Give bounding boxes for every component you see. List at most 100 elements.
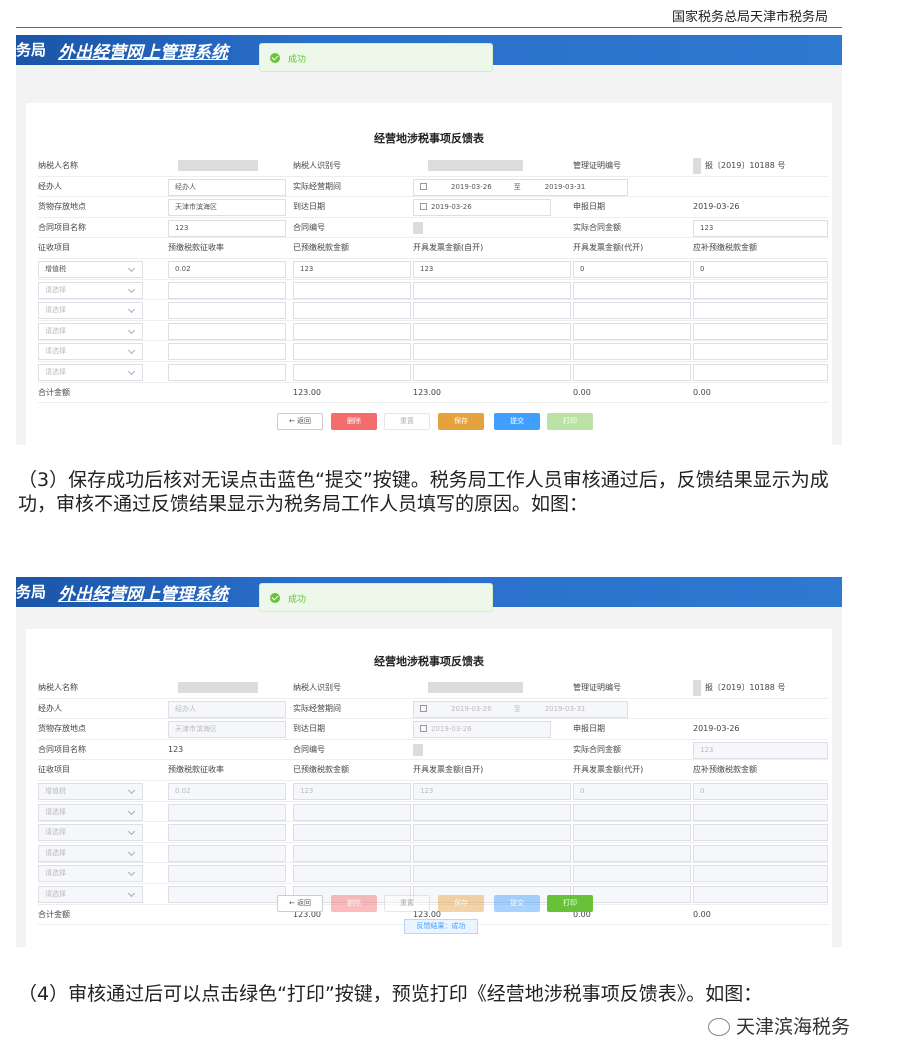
empty-input[interactable] xyxy=(573,343,691,361)
empty-input[interactable] xyxy=(693,364,828,381)
storage-input[interactable]: 天津市滨海区 xyxy=(168,199,286,217)
print-button[interactable]: 打印 xyxy=(547,895,593,912)
label-supplement: 应补预缴税款金额 xyxy=(693,243,757,253)
label-contract_no: 合同编号 xyxy=(293,744,325,754)
banner-system-name: 外出经营网上管理系统 xyxy=(58,585,228,605)
print-button[interactable]: 打印 xyxy=(547,413,593,430)
empty-input[interactable] xyxy=(293,281,411,299)
supplement-input[interactable]: 0 xyxy=(693,261,828,278)
label-contract_no: 合同编号 xyxy=(293,222,325,232)
redacted-contract-no xyxy=(413,221,423,234)
prepaid-input[interactable]: 123 xyxy=(293,261,411,278)
screenshot-1: 务局 外出经营网上管理系统 成功 经营地涉税事项反馈表 纳税人名称 纳税人识别号 管理证明编… xyxy=(16,35,842,445)
save-button[interactable]: 保存 xyxy=(438,895,484,912)
empty-input[interactable] xyxy=(573,281,691,299)
label-contract_name: 合同项目名称 xyxy=(38,222,86,232)
back-button[interactable]: ← 返回 xyxy=(277,413,323,430)
wechat-icon xyxy=(708,1018,730,1036)
redacted-name xyxy=(178,682,258,693)
levy-item-select[interactable]: 请选择 xyxy=(38,343,143,361)
label-contract_amount: 实际合同金额 xyxy=(573,222,621,232)
delete-button[interactable]: 删除 xyxy=(331,895,377,912)
contract-name-input[interactable]: 123 xyxy=(168,219,286,237)
label-prepaid: 已预缴税款金额 xyxy=(293,243,349,253)
reset-button[interactable]: 重置 xyxy=(384,413,430,430)
empty-input[interactable] xyxy=(293,302,411,320)
form-row: 合同项目名称 123 合同编号 实际合同金额 123 xyxy=(38,740,828,761)
submit-button[interactable]: 提交 xyxy=(494,895,540,912)
levy-item-select[interactable]: 请选择 xyxy=(38,302,143,320)
empty-input[interactable] xyxy=(293,322,411,340)
form-row: 经办人 经办人 实际经营期间 2019-03-26 至 2019-03-31 xyxy=(38,699,828,720)
empty-input[interactable] xyxy=(573,302,691,320)
form-row: 请选择 xyxy=(38,300,828,321)
form-panel: 经营地涉税事项反馈表 纳税人名称 纳税人识别号 管理证明编号 报〔2019〕10188 … xyxy=(26,629,832,947)
form-row: 纳税人名称 纳税人识别号 管理证明编号 报〔2019〕10188 号 xyxy=(38,156,828,177)
empty-input[interactable] xyxy=(168,364,286,381)
calendar-icon xyxy=(420,182,427,190)
label-rate: 预缴税款征收率 xyxy=(168,243,224,253)
levy-item-select[interactable]: 请选择 xyxy=(38,281,143,299)
self-invoice-input[interactable]: 123 xyxy=(413,261,571,278)
empty-input[interactable] xyxy=(293,343,411,361)
levy-item-select: 请选择 xyxy=(38,803,143,821)
empty-input xyxy=(293,803,411,821)
rate-input[interactable]: 0.02 xyxy=(168,261,286,278)
total-self-invoice: 123.00 xyxy=(413,387,441,397)
levy-item-select[interactable]: 请选择 xyxy=(38,322,143,340)
form-row: 合同项目名称 123 合同编号 实际合同金额 123 xyxy=(38,218,828,239)
empty-input[interactable] xyxy=(693,322,828,340)
form-row: 请选择 xyxy=(38,863,828,884)
period-range-input[interactable]: 2019-03-26 至 2019-03-31 xyxy=(413,178,628,196)
agent-invoice-input[interactable]: 0 xyxy=(573,261,691,278)
back-button[interactable]: ← 返回 xyxy=(277,895,323,912)
delete-button[interactable]: 删除 xyxy=(331,413,377,430)
empty-input[interactable] xyxy=(293,364,411,381)
label-levy: 征收项目 xyxy=(38,765,70,775)
agent-input[interactable]: 经办人 xyxy=(168,178,286,196)
empty-input[interactable] xyxy=(168,343,286,361)
empty-input xyxy=(693,803,828,821)
empty-input[interactable] xyxy=(168,281,286,299)
label-apply: 申报日期 xyxy=(573,724,605,734)
empty-input[interactable] xyxy=(168,302,286,320)
empty-input xyxy=(573,844,691,862)
empty-input[interactable] xyxy=(693,302,828,320)
label-contract_name: 合同项目名称 xyxy=(38,744,86,754)
empty-input[interactable] xyxy=(413,322,571,340)
form-title: 经营地涉税事项反馈表 xyxy=(374,132,484,145)
label-cert_no: 管理证明编号 xyxy=(573,683,621,692)
label-levy: 征收项目 xyxy=(38,243,70,253)
label-contract_amount: 实际合同金额 xyxy=(573,744,621,754)
empty-input[interactable] xyxy=(413,343,571,361)
feedback-result-badge: 反馈结果：成功 xyxy=(404,919,478,934)
levy-item-select[interactable]: 增值税 xyxy=(38,261,143,278)
empty-input xyxy=(293,865,411,883)
empty-input xyxy=(573,865,691,883)
label-period: 实际经营期间 xyxy=(293,181,341,191)
levy-item-select: 请选择 xyxy=(38,865,143,883)
submit-button[interactable]: 提交 xyxy=(494,413,540,430)
contract-amount-input[interactable]: 123 xyxy=(693,219,828,237)
banner-brand: 务局 xyxy=(16,41,47,59)
form-row: 合计金额 123.00 123.00 0.00 0.00 xyxy=(38,383,828,404)
redacted-id xyxy=(428,160,523,171)
button-bar: ← 返回 删除 重置 保存 提交 打印 xyxy=(26,895,832,913)
empty-input[interactable] xyxy=(413,364,571,381)
empty-input[interactable] xyxy=(168,322,286,340)
arrive-date-input[interactable]: 2019-03-26 xyxy=(413,199,551,217)
empty-input[interactable] xyxy=(693,281,828,299)
empty-input[interactable] xyxy=(573,322,691,340)
empty-input[interactable] xyxy=(413,302,571,320)
form-row: 请选择 xyxy=(38,280,828,301)
save-button[interactable]: 保存 xyxy=(438,413,484,430)
label-taxpayer_id: 纳税人识别号 xyxy=(293,161,341,170)
empty-input[interactable] xyxy=(573,364,691,381)
levy-item-select[interactable]: 请选择 xyxy=(38,364,143,381)
empty-input[interactable] xyxy=(693,343,828,361)
empty-input[interactable] xyxy=(413,281,571,299)
levy-item-select: 请选择 xyxy=(38,824,143,842)
reset-button[interactable]: 重置 xyxy=(384,895,430,912)
self-invoice-input: 123 xyxy=(413,783,571,800)
label-supplement: 应补预缴税款金额 xyxy=(693,765,757,775)
